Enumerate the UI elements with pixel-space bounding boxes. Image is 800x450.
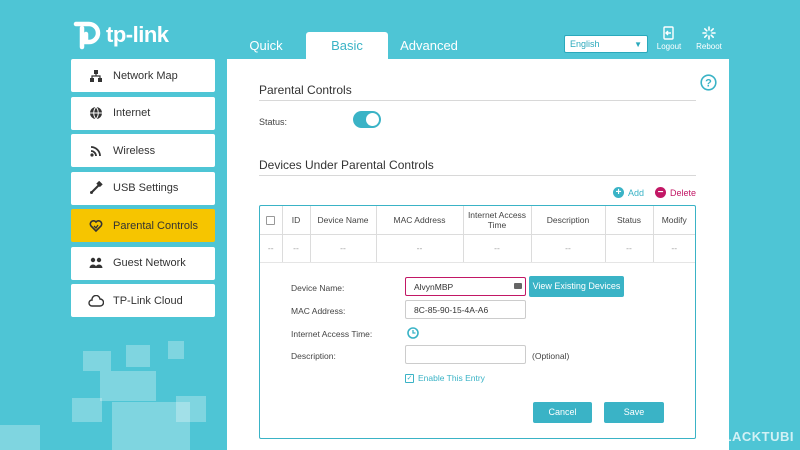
tp-link-logo-icon (73, 21, 101, 50)
language-selected: English (570, 39, 600, 49)
main-panel: ? Parental Controls Status: Devices Unde… (227, 59, 729, 450)
device-name-value: AlvynMBP (414, 282, 454, 292)
divider (259, 175, 696, 176)
sidebar-item-tp-link-cloud[interactable]: TP-Link Cloud (71, 284, 215, 317)
status-label: Status: (259, 117, 288, 127)
plus-icon: + (613, 187, 624, 198)
table-cell: -- (310, 234, 377, 263)
sidebar-item-network-map[interactable]: Network Map (71, 59, 215, 92)
mac-address-input[interactable]: 8C-85-90-15-4A-A6 (405, 300, 526, 319)
tab-basic[interactable]: Basic (306, 32, 388, 60)
save-button[interactable]: Save (604, 402, 664, 423)
wireless-icon (88, 143, 104, 159)
sidebar-item-label: USB Settings (113, 182, 179, 194)
column-header: ID (282, 206, 311, 235)
decorative-square (126, 345, 150, 367)
decorative-square (100, 371, 156, 401)
device-name-label: Device Name: (291, 283, 345, 293)
delete-button[interactable]: − Delete (655, 187, 696, 198)
decorative-square (0, 425, 40, 450)
logout-icon (663, 26, 674, 40)
clock-icon[interactable] (407, 327, 419, 339)
mac-address-label: MAC Address: (291, 306, 346, 316)
table-cell: -- (605, 234, 654, 263)
sidebar-item-wireless[interactable]: Wireless (71, 134, 215, 167)
sidebar-item-label: Network Map (113, 69, 178, 82)
keyboard-icon (514, 283, 522, 289)
help-icon[interactable]: ? (700, 74, 717, 91)
add-button[interactable]: + Add (613, 187, 644, 198)
tab-quick-setup[interactable]: Quick Setup (226, 32, 306, 81)
device-name-input[interactable]: AlvynMBP (405, 277, 526, 296)
column-header: Device Name (310, 206, 377, 235)
tp-link-logo: tp-link (72, 20, 169, 50)
description-input[interactable] (405, 345, 526, 364)
column-header: Internet Access Time (463, 206, 532, 235)
description-label: Description: (291, 351, 336, 361)
reboot-label: Reboot (696, 42, 722, 51)
sidebar-item-label: Wireless (113, 144, 156, 157)
decorative-square (168, 341, 184, 359)
mac-address-value: 8C-85-90-15-4A-A6 (414, 305, 489, 315)
watermark: BLACKTUBI (713, 429, 794, 444)
status-toggle[interactable] (353, 111, 381, 128)
select-all-checkbox[interactable] (266, 215, 276, 225)
table-cell: -- (376, 234, 464, 263)
sidebar-item-parental-controls[interactable]: Parental Controls (71, 209, 215, 242)
enable-entry-checkbox[interactable]: ✓ Enable This Entry (405, 373, 485, 383)
table-header-row: ID Device Name MAC Address Internet Acce… (260, 206, 695, 235)
language-select[interactable]: English ▼ (564, 35, 648, 53)
sidebar-item-guest-network[interactable]: Guest Network (71, 246, 215, 280)
column-header: Modify (653, 206, 695, 235)
optional-hint: (Optional) (532, 351, 570, 361)
decorative-square (72, 398, 102, 422)
parental-controls-title: Parental Controls (259, 83, 352, 97)
reboot-icon (702, 26, 716, 40)
guest-icon (88, 255, 104, 271)
reboot-button[interactable]: Reboot (692, 26, 726, 51)
cancel-button[interactable]: Cancel (533, 402, 592, 423)
sidebar-item-label: Guest Network (113, 257, 186, 269)
parental-heart-icon (88, 218, 104, 234)
table-row: -- -- -- -- -- -- -- -- (260, 234, 695, 263)
column-header: MAC Address (376, 206, 464, 235)
sidebar-item-internet[interactable]: Internet (71, 96, 215, 130)
top-nav-tabs: Quick Setup Basic Advanced (226, 32, 470, 81)
internet-access-time-label: Internet Access Time: (291, 329, 373, 339)
logout-label: Logout (656, 42, 682, 51)
column-header: Status (605, 206, 654, 235)
globe-icon (88, 105, 104, 121)
column-header: Description (531, 206, 606, 235)
enable-entry-label: Enable This Entry (418, 373, 485, 383)
view-existing-devices-button[interactable]: View Existing Devices (529, 276, 624, 297)
brand-name: tp-link (106, 22, 169, 47)
add-label: Add (628, 187, 645, 198)
delete-label: Delete (670, 187, 697, 198)
sidebar-item-label: Parental Controls (113, 219, 198, 232)
usb-icon (88, 180, 104, 196)
table-cell: -- (282, 234, 311, 263)
minus-icon: − (655, 187, 666, 198)
sidebar-item-label: TP-Link Cloud (113, 294, 183, 307)
select-all-cell (260, 206, 283, 235)
svg-text:?: ? (705, 78, 712, 90)
network-map-icon (88, 68, 104, 84)
sidebar-item-label: Internet (113, 107, 151, 119)
table-cell: -- (531, 234, 606, 263)
logout-button[interactable]: Logout (652, 26, 686, 51)
cloud-icon (88, 293, 104, 309)
sidebar: Network Map Internet Wireless USB Settin… (71, 59, 215, 322)
decorative-square (176, 396, 206, 422)
devices-section-title: Devices Under Parental Controls (259, 158, 434, 172)
chevron-down-icon: ▼ (634, 39, 642, 49)
table-cell: -- (260, 234, 283, 263)
table-cell: -- (463, 234, 532, 263)
tab-advanced[interactable]: Advanced (388, 32, 470, 60)
decorative-square (83, 351, 111, 371)
divider (259, 100, 696, 101)
sidebar-item-usb-settings[interactable]: USB Settings (71, 171, 215, 205)
checkmark-icon: ✓ (405, 373, 414, 383)
table-cell: -- (653, 234, 695, 263)
